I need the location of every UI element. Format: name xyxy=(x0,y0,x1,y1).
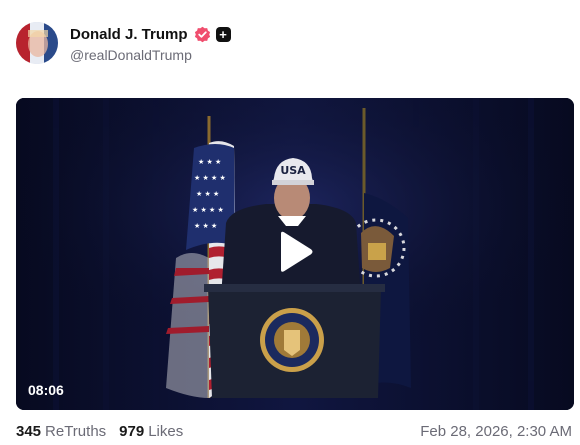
display-name[interactable]: Donald J. Trump xyxy=(70,26,188,43)
svg-text:★ ★ ★: ★ ★ ★ xyxy=(198,158,221,166)
name-row: Donald J. Trump + xyxy=(70,24,231,46)
play-icon[interactable] xyxy=(275,230,315,274)
post-footer: 345 ReTruths 979 Likes Feb 28, 2026, 2:3… xyxy=(16,423,572,440)
svg-text:★ ★ ★ ★: ★ ★ ★ ★ xyxy=(194,174,226,182)
plus-badge-icon: + xyxy=(215,27,231,42)
post-timestamp[interactable]: Feb 28, 2026, 2:30 AM xyxy=(420,423,572,440)
avatar-image xyxy=(16,22,58,64)
retruths-stat[interactable]: 345 ReTruths xyxy=(16,423,106,440)
likes-label: Likes xyxy=(148,423,184,440)
post-header: Donald J. Trump + @realDonaldTrump xyxy=(16,22,231,64)
likes-count: 979 xyxy=(119,423,145,440)
video-duration: 08:06 xyxy=(28,382,64,398)
retruths-label: ReTruths xyxy=(45,423,107,440)
cap-text: USA xyxy=(280,164,306,177)
video-player[interactable]: ★ ★ ★ ★ ★ ★ ★ ★ ★ ★ ★ ★ ★ ★ ★ ★ ★ USA 08:0… xyxy=(16,98,574,410)
likes-stat[interactable]: 979 Likes xyxy=(119,423,183,440)
retruths-count: 345 xyxy=(16,423,42,440)
svg-text:★ ★ ★: ★ ★ ★ xyxy=(196,190,219,198)
verified-badge-icon xyxy=(194,26,211,43)
svg-text:★ ★ ★: ★ ★ ★ xyxy=(194,222,217,230)
avatar[interactable] xyxy=(16,22,58,64)
user-handle[interactable]: @realDonaldTrump xyxy=(70,47,231,63)
svg-text:★ ★ ★ ★: ★ ★ ★ ★ xyxy=(192,206,224,214)
author-info: Donald J. Trump + @realDonaldTrump xyxy=(70,24,231,63)
